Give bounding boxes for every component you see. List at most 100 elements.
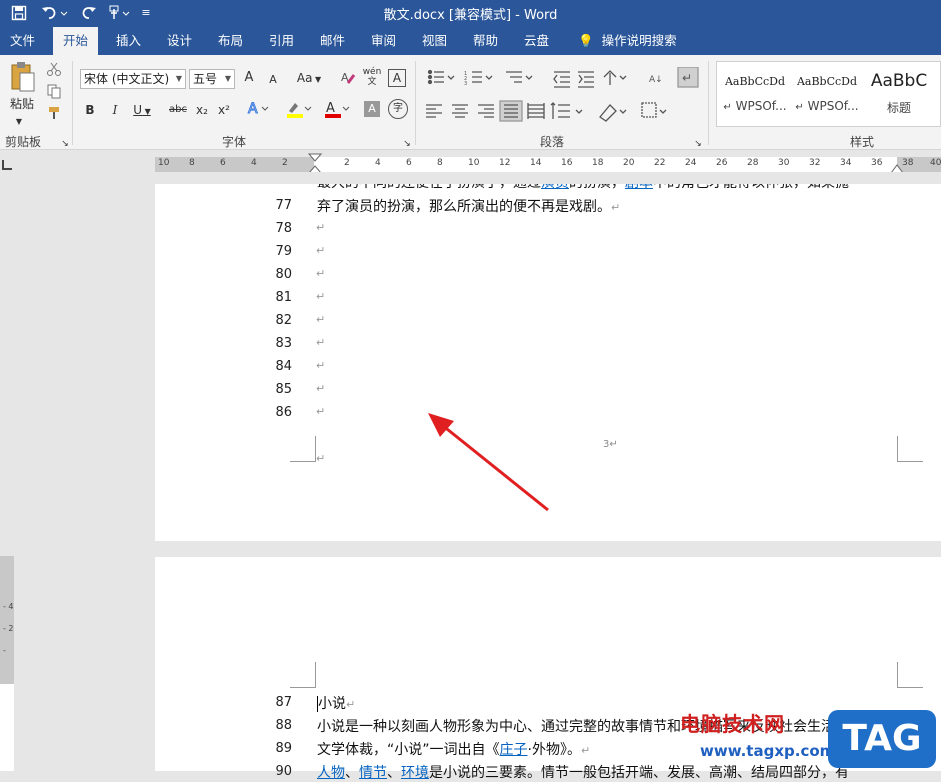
enclose-char-button[interactable]: 字 — [388, 99, 408, 119]
superscript-button[interactable]: x² — [216, 101, 232, 119]
ruler-margin-left — [155, 157, 314, 173]
paste-label[interactable]: 粘贴 — [4, 95, 40, 113]
tell-me-search[interactable]: 💡 操作说明搜索 — [568, 27, 687, 55]
style-sample: AaBbCcDd — [796, 75, 858, 88]
line-number: 83 — [275, 336, 292, 351]
tab-view[interactable]: 视图 — [412, 27, 457, 55]
style-sample: AaBbCcDd — [724, 75, 786, 88]
format-painter-icon[interactable] — [44, 105, 64, 126]
italic-button[interactable]: I — [107, 101, 123, 119]
tab-cloud[interactable]: 云盘 — [514, 27, 559, 55]
ruler-tick-label: 4 — [251, 158, 257, 168]
phonetic-label: wén — [362, 67, 382, 77]
ruler-tick-label: 2 — [344, 158, 350, 168]
clipboard-group-label: 剪贴板 — [5, 135, 42, 149]
line-number: 86 — [275, 405, 292, 420]
red-arrow-annotation — [428, 413, 549, 512]
tab-file[interactable]: 文件 — [0, 27, 45, 55]
ruler-tick-label: 40 — [930, 158, 941, 168]
font-group-label: 字体 — [222, 135, 247, 149]
svg-text:A↓: A↓ — [649, 75, 663, 85]
window-title: 散文.docx [兼容模式] - Word — [383, 8, 558, 23]
page-number: 3↵ — [603, 439, 618, 450]
line-number: 79 — [275, 244, 292, 259]
phonetic-guide-button[interactable]: wén 文 — [362, 67, 382, 87]
hyperlink[interactable]: 人物 — [317, 765, 345, 781]
font-name-value: 宋体 (中文正文) — [84, 72, 170, 86]
site-watermark: 电脑技术网 www.tagxp.com TAG — [680, 708, 941, 771]
svg-text:A: A — [326, 101, 335, 116]
paragraph-tools[interactable]: 123 A↓ ↵ — [424, 67, 704, 127]
strikethrough-button[interactable]: abc — [166, 101, 190, 119]
tell-me-label: 操作说明搜索 — [601, 33, 677, 48]
style-item[interactable]: AaBbCcDd ↵ WPSOf... — [720, 63, 790, 123]
change-case-label: Aa — [296, 71, 313, 85]
tab-insert[interactable]: 插入 — [106, 27, 151, 55]
line-number: 88 — [275, 718, 292, 733]
text-effects-button[interactable]: A — [246, 99, 272, 122]
char-border-button[interactable]: A — [388, 69, 406, 87]
line-text: 、 — [387, 765, 401, 781]
change-case-button[interactable]: Aa ▼ — [294, 69, 324, 89]
styles-group-label: 样式 — [850, 135, 875, 149]
tab-design[interactable]: 设计 — [157, 27, 202, 55]
font-size-value: 五号 — [193, 72, 218, 86]
tab-mailings[interactable]: 邮件 — [310, 27, 355, 55]
font-color-button[interactable]: A — [322, 99, 352, 124]
ruler-tick-label: 36 — [871, 158, 883, 168]
ruler-tick-label: 30 — [778, 158, 790, 168]
tab-layout[interactable]: 布局 — [208, 27, 253, 55]
paste-dropdown-icon[interactable]: ▼ — [14, 113, 24, 131]
ruler-tick-label: 10 — [158, 158, 170, 168]
subscript-button[interactable]: x₂ — [194, 101, 210, 119]
underline-label: U — [133, 103, 143, 117]
ribbon: 粘贴 ▼ 剪贴板 ↘ 宋体 (中文正文) ▼ 五号 ▼ A A Aa ▼ A wén… — [0, 55, 941, 150]
line-text: 、 — [345, 765, 359, 781]
shrink-font-button[interactable]: A — [264, 71, 282, 89]
line-number: 82 — [275, 313, 292, 328]
chevron-down-icon: ▼ — [175, 74, 182, 83]
ruler-tick-label: 24 — [685, 158, 697, 168]
highlight-button[interactable] — [284, 99, 314, 124]
paragraph-group-label: 段落 — [540, 135, 565, 149]
tab-selector-icon[interactable] — [2, 160, 12, 170]
tab-review[interactable]: 审阅 — [361, 27, 406, 55]
char-shading-button[interactable]: A — [364, 101, 380, 117]
lightbulb-icon: 💡 — [578, 33, 594, 48]
bold-button[interactable]: B — [82, 101, 98, 119]
line-number: 89 — [275, 741, 292, 756]
font-name-combo[interactable]: 宋体 (中文正文) ▼ — [80, 69, 186, 89]
document-text-line[interactable]: 小说↵ — [317, 693, 355, 713]
hyperlink[interactable]: 环境 — [401, 765, 429, 781]
paragraph-mark-icon: ↵ — [316, 452, 326, 465]
ruler-tick-label: 4 — [375, 158, 381, 168]
clear-formatting-icon[interactable]: A — [338, 69, 358, 90]
copy-icon[interactable] — [44, 83, 64, 104]
style-item[interactable]: AaBbCcDd ↵ WPSOf... — [792, 63, 862, 123]
style-name: ↵ WPSOf... — [723, 99, 787, 113]
menu-bar: 文件 开始 插入 设计 布局 引用 邮件 审阅 视图 帮助 云盘 💡 操作说明搜索 — [0, 27, 941, 55]
ruler-tick-label: 10 — [468, 158, 480, 168]
hyperlink[interactable]: 情节 — [359, 765, 387, 781]
ruler-tick-label: 8 — [189, 158, 195, 168]
vertical-ruler[interactable]: - 4 - 2 - — [0, 556, 14, 771]
paragraph-mark-icon: ↵ — [316, 405, 326, 418]
underline-button[interactable]: U ▼ — [130, 101, 154, 121]
ruler-tick-label: 34 — [840, 158, 852, 168]
hyperlink[interactable]: 庄子 — [500, 742, 528, 758]
cut-icon[interactable] — [44, 61, 64, 82]
tab-help[interactable]: 帮助 — [463, 27, 508, 55]
document-text-line[interactable]: 文学体裁，“小说”一词出自《庄子·外物》。↵ — [317, 739, 590, 759]
document-text-line[interactable]: 弃了演员的扮演，那么所演出的便不再是戏剧。↵ — [317, 196, 620, 216]
line-number: 81 — [275, 290, 292, 305]
tab-references[interactable]: 引用 — [259, 27, 304, 55]
font-size-combo[interactable]: 五号 ▼ — [189, 69, 235, 89]
grow-font-button[interactable]: A — [240, 69, 258, 87]
line-text: 小说 — [318, 696, 346, 712]
tab-home[interactable]: 开始 — [53, 27, 99, 55]
line-number: 78 — [275, 221, 292, 236]
style-item[interactable]: AaBbC 标题 — [864, 63, 934, 123]
paragraph-mark-icon: ↵ — [316, 244, 326, 257]
svg-text:3: 3 — [464, 81, 467, 87]
line-number: 87 — [275, 695, 292, 710]
